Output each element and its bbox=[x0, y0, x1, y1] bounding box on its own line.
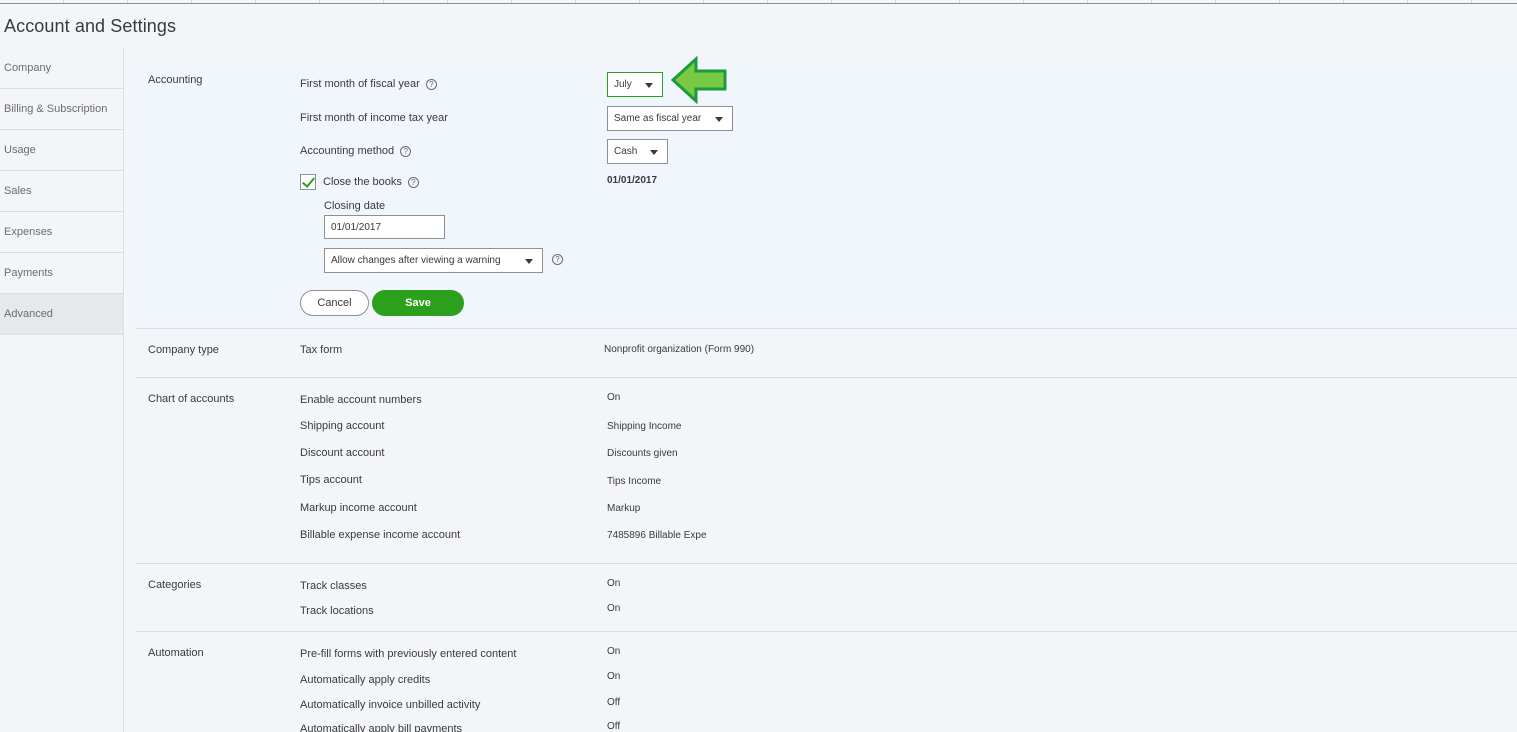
automation-row-value: On bbox=[607, 646, 621, 657]
sidebar-item-expenses[interactable]: Expenses bbox=[0, 212, 123, 253]
method-value: Cash bbox=[614, 146, 638, 157]
fiscal-year-value: July bbox=[614, 79, 632, 90]
caret-down-icon bbox=[650, 150, 658, 155]
changes-option-select[interactable]: Allow changes after viewing a warning bbox=[324, 248, 543, 273]
categories-row-value: On bbox=[607, 578, 621, 589]
green-arrow-icon bbox=[670, 55, 727, 105]
settings-sidebar: Company Billing & Subscription Usage Sal… bbox=[0, 48, 124, 732]
coa-row-label: Billable expense income account bbox=[300, 529, 461, 541]
sidebar-item-billing[interactable]: Billing & Subscription bbox=[0, 89, 123, 130]
accounting-method-select[interactable]: Cash bbox=[607, 139, 668, 164]
sidebar-item-label: Payments bbox=[4, 267, 53, 279]
coa-row-label: Shipping account bbox=[300, 420, 385, 432]
coa-row-value: Shipping Income bbox=[607, 421, 682, 432]
tax-form-value: Nonprofit organization (Form 990) bbox=[604, 344, 755, 355]
categories-section[interactable]: Categories Track classes On Track locati… bbox=[136, 564, 1517, 632]
closing-date-label: Closing date bbox=[324, 200, 386, 212]
changes-option-value: Allow changes after viewing a warning bbox=[331, 255, 501, 266]
section-title-automation: Automation bbox=[148, 647, 204, 659]
automation-row-label: Automatically apply bill payments bbox=[300, 723, 463, 732]
tax-form-label: Tax form bbox=[300, 344, 343, 356]
coa-row-value: Tips Income bbox=[607, 476, 662, 487]
sidebar-item-label: Company bbox=[4, 62, 52, 74]
chart-of-accounts-section[interactable]: Chart of accounts Enable account numbers… bbox=[136, 378, 1517, 564]
categories-row-label: Track locations bbox=[300, 605, 374, 617]
automation-row-value: Off bbox=[607, 721, 621, 732]
sidebar-item-label: Usage bbox=[4, 144, 36, 156]
coa-row-value: 7485896 Billable Expe bbox=[607, 530, 707, 541]
coa-row-label: Tips account bbox=[300, 474, 362, 486]
cancel-button[interactable]: Cancel bbox=[300, 290, 369, 316]
automation-row-value: On bbox=[607, 671, 621, 682]
coa-row-label: Enable account numbers bbox=[300, 394, 422, 406]
tax-year-label: First month of income tax year bbox=[300, 112, 448, 124]
tax-year-value: Same as fiscal year bbox=[614, 113, 702, 124]
coa-row-label: Discount account bbox=[300, 447, 385, 459]
help-icon[interactable]: ? bbox=[425, 78, 437, 90]
sidebar-item-company[interactable]: Company bbox=[0, 48, 123, 89]
company-type-section[interactable]: Company type Tax form Nonprofit organiza… bbox=[136, 329, 1517, 378]
sidebar-item-label: Billing & Subscription bbox=[4, 103, 108, 115]
help-icon[interactable]: ? bbox=[552, 254, 563, 265]
automation-row-label: Pre-fill forms with previously entered c… bbox=[300, 648, 517, 660]
section-title-categories: Categories bbox=[148, 579, 202, 591]
sidebar-item-payments[interactable]: Payments bbox=[0, 253, 123, 294]
fiscal-year-select[interactable]: July bbox=[607, 72, 663, 97]
caret-down-icon bbox=[525, 259, 533, 264]
tax-year-select[interactable]: Same as fiscal year bbox=[607, 106, 733, 131]
automation-row-label: Automatically apply credits bbox=[300, 674, 431, 686]
method-label: Accounting method bbox=[300, 145, 395, 157]
section-title-chart-of-accounts: Chart of accounts bbox=[148, 393, 235, 405]
page-title: Account and Settings bbox=[4, 16, 177, 36]
sidebar-item-label: Expenses bbox=[4, 226, 53, 238]
categories-row-label: Track classes bbox=[300, 580, 367, 592]
close-books-row: Close the books? bbox=[323, 176, 419, 188]
fiscal-year-row: First month of fiscal year? bbox=[300, 78, 437, 90]
close-books-checkbox[interactable] bbox=[300, 174, 316, 190]
sidebar-item-advanced[interactable]: Advanced bbox=[0, 294, 123, 335]
help-icon[interactable]: ? bbox=[400, 145, 412, 157]
categories-row-value: On bbox=[607, 603, 621, 614]
coa-row-value: Discounts given bbox=[607, 448, 678, 459]
sidebar-item-label: Advanced bbox=[4, 308, 53, 320]
automation-row-value: Off bbox=[607, 697, 621, 708]
coa-row-label: Markup income account bbox=[300, 502, 417, 514]
method-row: Accounting method? bbox=[300, 145, 412, 157]
close-books-value: 01/01/2017 bbox=[607, 175, 658, 186]
closing-date-input[interactable] bbox=[324, 215, 445, 239]
caret-down-icon bbox=[715, 117, 723, 122]
section-title-accounting: Accounting bbox=[148, 74, 203, 86]
caret-down-icon bbox=[645, 83, 653, 88]
coa-row-value: On bbox=[607, 392, 621, 403]
sidebar-item-label: Sales bbox=[4, 185, 32, 197]
settings-main: Accounting First month of fiscal year? J… bbox=[136, 55, 1517, 732]
save-button[interactable]: Save bbox=[372, 290, 464, 316]
automation-row-label: Automatically invoice unbilled activity bbox=[300, 699, 481, 711]
sidebar-item-sales[interactable]: Sales bbox=[0, 171, 123, 212]
automation-section[interactable]: Automation Pre-fill forms with previousl… bbox=[136, 632, 1517, 732]
section-title-company-type: Company type bbox=[148, 344, 219, 356]
accounting-section: Accounting First month of fiscal year? J… bbox=[136, 55, 1517, 329]
fiscal-year-label: First month of fiscal year bbox=[300, 78, 420, 90]
close-books-label: Close the books bbox=[323, 176, 402, 188]
coa-row-value: Markup bbox=[607, 503, 641, 514]
sidebar-item-usage[interactable]: Usage bbox=[0, 130, 123, 171]
help-icon[interactable]: ? bbox=[407, 176, 419, 188]
top-strip bbox=[0, 0, 1517, 4]
